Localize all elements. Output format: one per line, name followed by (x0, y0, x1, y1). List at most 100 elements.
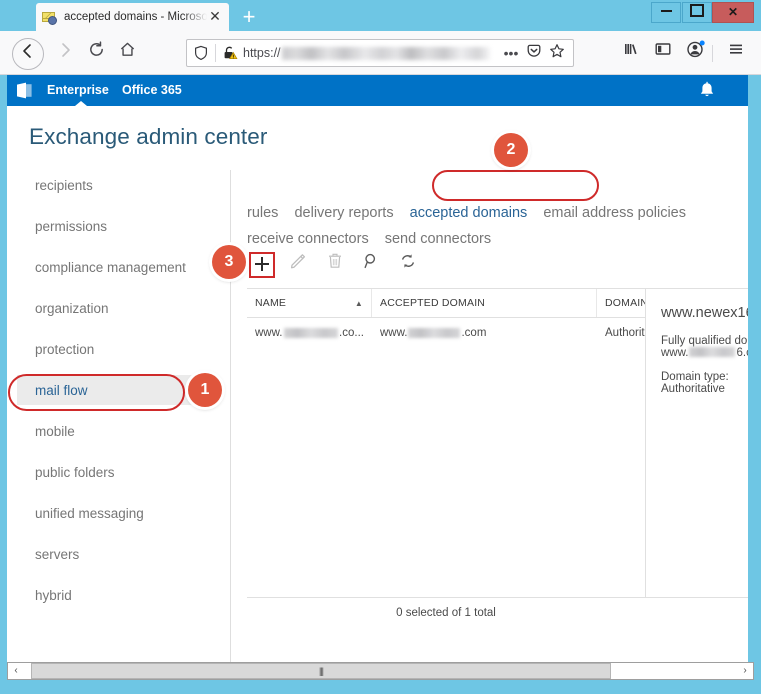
cell-name-suffix: .co... (339, 327, 364, 339)
sidebar-item-unified-messaging[interactable]: unified messaging (17, 498, 197, 528)
sort-ascending-icon: ▲ (354, 298, 363, 308)
window-minimize-button[interactable] (651, 2, 681, 23)
sidebar-item-protection[interactable]: protection (17, 334, 197, 364)
details-domain-type-value: Authoritative (661, 383, 725, 395)
details-title: www.newex16 (661, 305, 754, 321)
annotation-highlight-accepted-domains (432, 170, 599, 201)
sidebar-item-label: protection (35, 341, 95, 357)
annotation-highlight-mail-flow (8, 374, 185, 411)
cell-domain-suffix: .com (461, 327, 487, 339)
delete-button[interactable] (322, 252, 348, 278)
viewport-right-edge (748, 75, 754, 662)
details-fqdn-prefix: www. (661, 347, 689, 359)
hamburger-menu-icon[interactable] (723, 40, 749, 66)
new-button[interactable] (249, 252, 275, 278)
lock-warning-icon[interactable] (222, 45, 238, 61)
sidebar-item-label: organization (35, 300, 109, 316)
web-page-viewport: Enterprise Office 365 Exchange admin cen… (7, 75, 754, 662)
sidebar-item-mobile[interactable]: mobile (17, 416, 197, 446)
sidebar-item-organization[interactable]: organization (17, 293, 197, 323)
new-tab-button[interactable]: + (236, 5, 262, 29)
search-button[interactable] (358, 252, 384, 278)
tab-title: accepted domains - Microsoft (64, 11, 207, 23)
sidebar-item-compliance-management[interactable]: compliance management (17, 252, 197, 282)
details-fqdn-label: Fully qualified dom (661, 335, 754, 347)
home-icon[interactable] (113, 39, 141, 67)
suite-link-office365[interactable]: Office 365 (122, 75, 182, 106)
notifications-bell-icon[interactable] (696, 80, 718, 102)
scroll-right-arrow-icon[interactable]: › (737, 663, 753, 679)
tracking-protection-shield-icon[interactable] (193, 45, 209, 61)
annotation-badge-1: 1 (188, 373, 222, 407)
sidebar-item-servers[interactable]: servers (17, 539, 197, 569)
sidebar-item-recipients[interactable]: recipients (17, 170, 197, 200)
browser-navigation-toolbar: https:// ••• (0, 31, 761, 75)
details-fqdn-redacted (689, 347, 736, 357)
app-launcher-icon[interactable] (15, 81, 34, 100)
back-icon[interactable] (12, 38, 44, 70)
column-header-accepted-domain[interactable]: ACCEPTED DOMAIN (372, 289, 597, 317)
sidebar-item-hybrid[interactable]: hybrid (17, 580, 197, 610)
sidebar-item-label: recipients (35, 177, 93, 193)
tab-favicon-icon (42, 9, 58, 25)
table-footer-status: 0 selected of 1 total (396, 607, 496, 619)
annotation-badge-3: 3 (212, 245, 246, 279)
url-scheme-text: https:// (243, 46, 281, 60)
content-pane: rules delivery reports accepted domains … (232, 170, 754, 662)
cell-accepted-domain: www. .com (372, 318, 597, 348)
sidebar-item-label: public folders (35, 464, 115, 480)
window-close-button[interactable]: ✕ (712, 2, 754, 23)
browser-window: accepted domains - Microsoft ✕ + ✕ https… (0, 0, 761, 694)
page-title: Exchange admin center (29, 124, 268, 149)
sidebar-icon[interactable] (650, 40, 676, 66)
column-header-name[interactable]: NAME ▲ (247, 289, 372, 317)
urlbar-separator (215, 44, 216, 62)
address-bar[interactable]: https:// ••• (186, 39, 574, 67)
details-pane: www.newex16 Fully qualified dom www.6.co… (645, 288, 754, 598)
cell-name-prefix: www. (255, 327, 283, 339)
annotation-badge-2: 2 (494, 133, 528, 167)
account-icon[interactable] (682, 40, 708, 66)
cell-domain-prefix: www. (380, 327, 408, 339)
window-maximize-button[interactable] (682, 2, 712, 23)
tab-delivery-reports[interactable]: delivery reports (294, 200, 393, 226)
scrollbar-track[interactable]: ||| (24, 663, 737, 679)
horizontal-scrollbar[interactable]: ‹ ||| › (7, 662, 754, 680)
left-navigation: recipients permissions compliance manage… (7, 170, 231, 662)
url-redacted-text (281, 46, 490, 60)
tab-accepted-domains[interactable]: accepted domains (410, 200, 528, 226)
scrollbar-thumb[interactable]: ||| (31, 663, 611, 679)
edit-button[interactable] (285, 252, 311, 278)
sidebar-item-label: unified messaging (35, 505, 144, 521)
pocket-icon[interactable] (524, 43, 544, 63)
sidebar-item-public-folders[interactable]: public folders (17, 457, 197, 487)
cell-name: www. .co... (247, 318, 372, 348)
scroll-left-arrow-icon[interactable]: ‹ (8, 663, 24, 679)
refresh-button[interactable] (395, 252, 421, 278)
cell-domain-redacted (408, 328, 461, 338)
tab-rules[interactable]: rules (247, 200, 278, 226)
bookmark-star-icon[interactable] (547, 43, 567, 63)
reload-icon[interactable] (82, 39, 110, 67)
sidebar-item-label: servers (35, 546, 80, 562)
content-tabs: rules delivery reports accepted domains … (247, 200, 752, 252)
tab-receive-connectors[interactable]: receive connectors (247, 226, 369, 252)
tab-send-connectors[interactable]: send connectors (385, 226, 491, 252)
library-icon[interactable] (618, 40, 644, 66)
sidebar-item-permissions[interactable]: permissions (17, 211, 197, 241)
tab-close-icon[interactable]: ✕ (207, 9, 223, 25)
toolbar-separator (712, 45, 713, 62)
sidebar-item-label: permissions (35, 218, 108, 234)
sidebar-item-label: mobile (35, 423, 75, 439)
forward-icon[interactable] (51, 39, 79, 67)
office365-suite-bar: Enterprise Office 365 (7, 75, 754, 106)
cell-name-redacted (283, 328, 338, 338)
details-domain-type-label: Domain type: (661, 371, 729, 383)
column-header-label: NAME (255, 297, 287, 309)
page-actions-icon[interactable]: ••• (501, 43, 521, 63)
tab-email-address-policies[interactable]: email address policies (543, 200, 686, 226)
browser-tab[interactable]: accepted domains - Microsoft ✕ (36, 3, 229, 31)
details-fqdn-value: www.6.com (661, 347, 754, 359)
browser-tab-strip: accepted domains - Microsoft ✕ + ✕ (0, 0, 761, 31)
column-header-label: ACCEPTED DOMAIN (380, 297, 486, 309)
